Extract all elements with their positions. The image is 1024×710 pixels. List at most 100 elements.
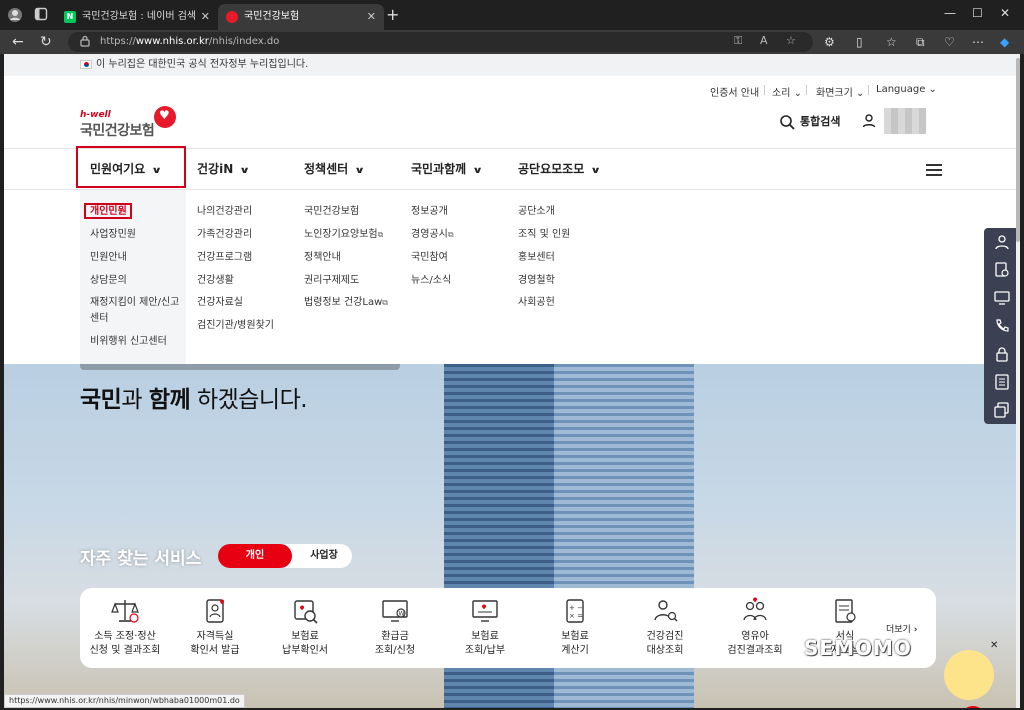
submenu-finance-guard-center[interactable]: 센터	[90, 312, 108, 326]
collections-icon[interactable]: ⧉	[916, 35, 925, 50]
scroll-to-top-icon[interactable]: ↑	[960, 706, 986, 708]
favorites-icon[interactable]: ☆	[886, 35, 897, 49]
qs-income-adjust[interactable]: 소득 조정·정산 신청 및 결과조회	[80, 596, 170, 662]
page-scrollbar[interactable]	[1016, 54, 1020, 708]
maximize-icon[interactable]: ☐	[972, 6, 983, 20]
qs-premium-inquiry[interactable]: 보험료 조회/납부	[440, 596, 530, 662]
submenu-misconduct-report[interactable]: 비위행위 신고센터	[90, 335, 167, 349]
extensions-icon[interactable]: ⚙	[824, 35, 835, 49]
favorite-star-icon[interactable]: ☆	[786, 34, 796, 47]
tab-nhis[interactable]: 국민건강보험 ✕	[218, 4, 384, 30]
hero-title: 국민과 함께 하겠습니다.	[80, 387, 308, 413]
back-icon[interactable]: ←	[12, 33, 24, 51]
tab-naver-search[interactable]: N 국민건강보험 : 네이버 검색 ✕	[56, 4, 218, 30]
health-icon[interactable]: ♡	[944, 35, 955, 49]
web-page: 이 누리집은 대한민국 공식 전자정부 누리집입니다. 인증서 안내 소리 ⌄ …	[4, 54, 1020, 708]
list-document-icon[interactable]	[994, 374, 1010, 390]
qs-health-checkup-target[interactable]: 건강검진 대상조회	[620, 596, 710, 662]
submenu-consult[interactable]: 상담문의	[90, 274, 127, 288]
lock-icon	[80, 35, 90, 47]
submenu-ltc-insurance[interactable]: 노인장기요양보험⧉	[304, 228, 383, 242]
submenu-info-disclosure[interactable]: 정보공개	[411, 205, 448, 219]
read-aloud-icon[interactable]: A	[760, 34, 768, 47]
submenu-find-hospital[interactable]: 검진기관/병원찾기	[197, 319, 274, 333]
submenu-health-life[interactable]: 건강생활	[197, 274, 234, 288]
submenu-my-health[interactable]: 나의건강관리	[197, 205, 252, 219]
submenu-civil-guide[interactable]: 민원안내	[90, 251, 127, 265]
submenu-about[interactable]: 공단소개	[518, 205, 555, 219]
address-bar[interactable]: https://www.nhis.or.kr/nhis/index.do ⚿ A…	[68, 32, 813, 52]
gnb-health-in[interactable]: 건강iN ∨	[197, 149, 250, 189]
more-services-link[interactable]: 더보기 ›	[886, 622, 917, 635]
chevron-down-icon: ⌄	[928, 84, 937, 95]
refresh-icon[interactable]: ↻	[40, 33, 52, 51]
submenu-policy-guide[interactable]: 정책안내	[304, 251, 341, 265]
submenu-citizen-participation[interactable]: 국민참여	[411, 251, 448, 265]
svg-text:× =: × =	[569, 612, 583, 620]
minimize-icon[interactable]: —	[944, 6, 956, 20]
submenu-organization[interactable]: 조직 및 인원	[518, 228, 570, 242]
submenu-pr-center[interactable]: 홍보센터	[518, 251, 555, 265]
tab-title: 국민건강보험	[244, 11, 300, 22]
submenu-management-disclosure[interactable]: 경영공시⧉	[411, 228, 454, 242]
status-bar-url: https://www.nhis.or.kr/nhis/minwon/wbhab…	[4, 694, 245, 708]
document-search-icon[interactable]	[994, 262, 1010, 278]
submenu-nhi[interactable]: 국민건강보험	[304, 205, 359, 219]
integrated-search-button[interactable]: 통합검색	[778, 112, 840, 132]
gnb-with-citizens[interactable]: 국민과함께 ∨	[411, 149, 483, 189]
side-quick-menu	[984, 228, 1020, 424]
submenu-news[interactable]: 뉴스/소식	[411, 274, 451, 288]
split-screen-icon[interactable]: ▯	[856, 35, 863, 49]
submenu-health-library[interactable]: 건강자료실	[197, 296, 243, 310]
naver-favicon-icon: N	[64, 11, 76, 23]
toggle-personal[interactable]: 개인	[218, 544, 292, 568]
chatbot-bubble[interactable]	[944, 650, 994, 700]
more-menu-icon[interactable]: ⋯	[972, 35, 984, 49]
toggle-business[interactable]: 사업장	[296, 544, 352, 568]
submenu-philosophy[interactable]: 경영철학	[518, 274, 555, 288]
tab-actions-icon[interactable]	[32, 7, 50, 23]
qs-infant-checkup[interactable]: 영유아 검진결과조회	[710, 596, 800, 662]
browser-toolbar: ← ↻ https://www.nhis.or.kr/nhis/index.do…	[0, 30, 1024, 54]
submenu-rights-relief[interactable]: 권리구제제도	[304, 274, 359, 288]
close-tab-icon[interactable]: ✕	[201, 4, 210, 30]
submenu-business-civil[interactable]: 사업장민원	[90, 228, 136, 242]
id-card-icon	[206, 599, 224, 623]
copilot-icon[interactable]: ◆	[1000, 35, 1009, 49]
gnb-policy-center[interactable]: 정책센터 ∨	[304, 149, 365, 189]
close-chatbot-icon[interactable]: ✕	[990, 640, 998, 651]
gnb-about-nhis[interactable]: 공단요모조모 ∨	[518, 149, 601, 189]
new-tab-icon[interactable]: +	[386, 6, 399, 24]
lock-icon[interactable]	[994, 346, 1010, 362]
key-icon[interactable]: ⚿	[734, 34, 742, 48]
monitor-icon[interactable]	[994, 290, 1010, 306]
submenu-health-program[interactable]: 건강프로그램	[197, 251, 252, 265]
korea-flag-icon	[80, 60, 92, 69]
qs-premium-calculator[interactable]: + − × = 보험료 계산기	[530, 596, 620, 662]
copy-pages-icon[interactable]	[994, 402, 1010, 418]
logo-tagline: h-well	[80, 110, 111, 120]
submenu-finance-guard[interactable]: 재정지킴이 제안/신고	[90, 296, 179, 310]
nhis-logo[interactable]: h-well 국민건강보험	[80, 106, 180, 142]
cert-guide-link[interactable]: 인증서 안내	[710, 84, 759, 99]
chevron-right-icon: ›	[913, 625, 918, 635]
qs-refund[interactable]: W 환급금 조회/신청	[350, 596, 440, 662]
qs-eligibility-cert[interactable]: 자격득실 확인서 발급	[170, 596, 260, 662]
close-tab-icon[interactable]: ✕	[367, 4, 376, 30]
people-search-icon	[654, 600, 678, 622]
hamburger-menu-icon[interactable]	[926, 164, 942, 176]
screen-size-link[interactable]: 화면크기 ⌄	[816, 84, 864, 99]
user-icon[interactable]	[862, 114, 876, 128]
sound-link[interactable]: 소리 ⌄	[772, 84, 802, 99]
qs-premium-payment-cert[interactable]: 보험료 납부확인서	[260, 596, 350, 662]
submenu-social-contribution[interactable]: 사회공헌	[518, 296, 555, 310]
language-link[interactable]: Language ⌄	[876, 84, 937, 95]
close-window-icon[interactable]: ✕	[1000, 6, 1010, 20]
submenu-health-law[interactable]: 법령정보 건강Law⧉	[304, 296, 388, 310]
scrollbar-thumb[interactable]	[1016, 58, 1020, 242]
user-icon[interactable]	[994, 234, 1010, 250]
semomo-watermark: SEMOMO	[804, 636, 912, 660]
phone-icon[interactable]	[994, 318, 1010, 334]
submenu-family-health[interactable]: 가족건강관리	[197, 228, 252, 242]
profile-icon[interactable]	[6, 7, 24, 23]
